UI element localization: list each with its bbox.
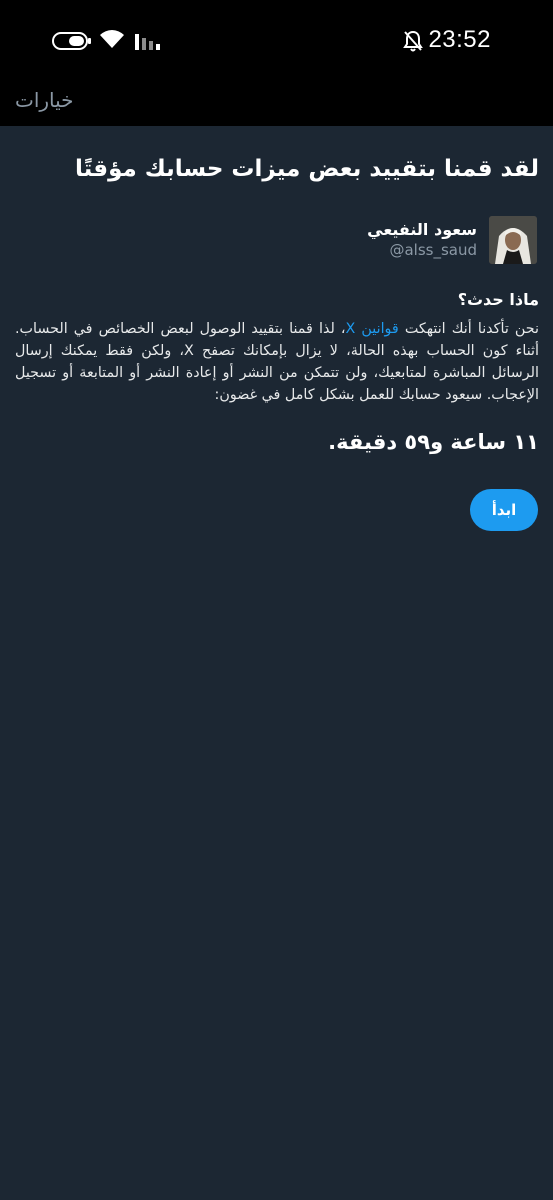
explanation-part-1: نحن تأكدنا أنك انتهكت — [398, 321, 539, 337]
battery-icon — [52, 32, 91, 50]
start-button[interactable]: ابدأ — [470, 489, 538, 531]
x-rules-link[interactable]: قوانين X — [346, 321, 399, 337]
mute-bell-icon — [403, 30, 423, 52]
signal-icon — [135, 34, 160, 50]
status-bar: 23:52 — [0, 0, 553, 82]
status-time: 23:52 — [428, 26, 491, 53]
wifi-icon — [100, 30, 124, 48]
avatar — [489, 216, 537, 264]
section-title: ماذا حدث؟ — [457, 290, 539, 309]
explanation-text: نحن تأكدنا أنك انتهكت قوانين X، لذا قمنا… — [15, 318, 539, 406]
user-handle: @alss_saud — [389, 241, 477, 259]
countdown-timer: ١١ ساعة و٥٩ دقيقة. — [328, 430, 539, 454]
user-name: سعود النفيعي — [367, 220, 477, 239]
nav-bar: خيارات — [0, 82, 553, 126]
page-title: لقد قمنا بتقييد بعض ميزات حسابك مؤقتًا — [74, 156, 539, 182]
avatar-image — [489, 216, 537, 264]
options-title[interactable]: خيارات — [15, 88, 74, 112]
